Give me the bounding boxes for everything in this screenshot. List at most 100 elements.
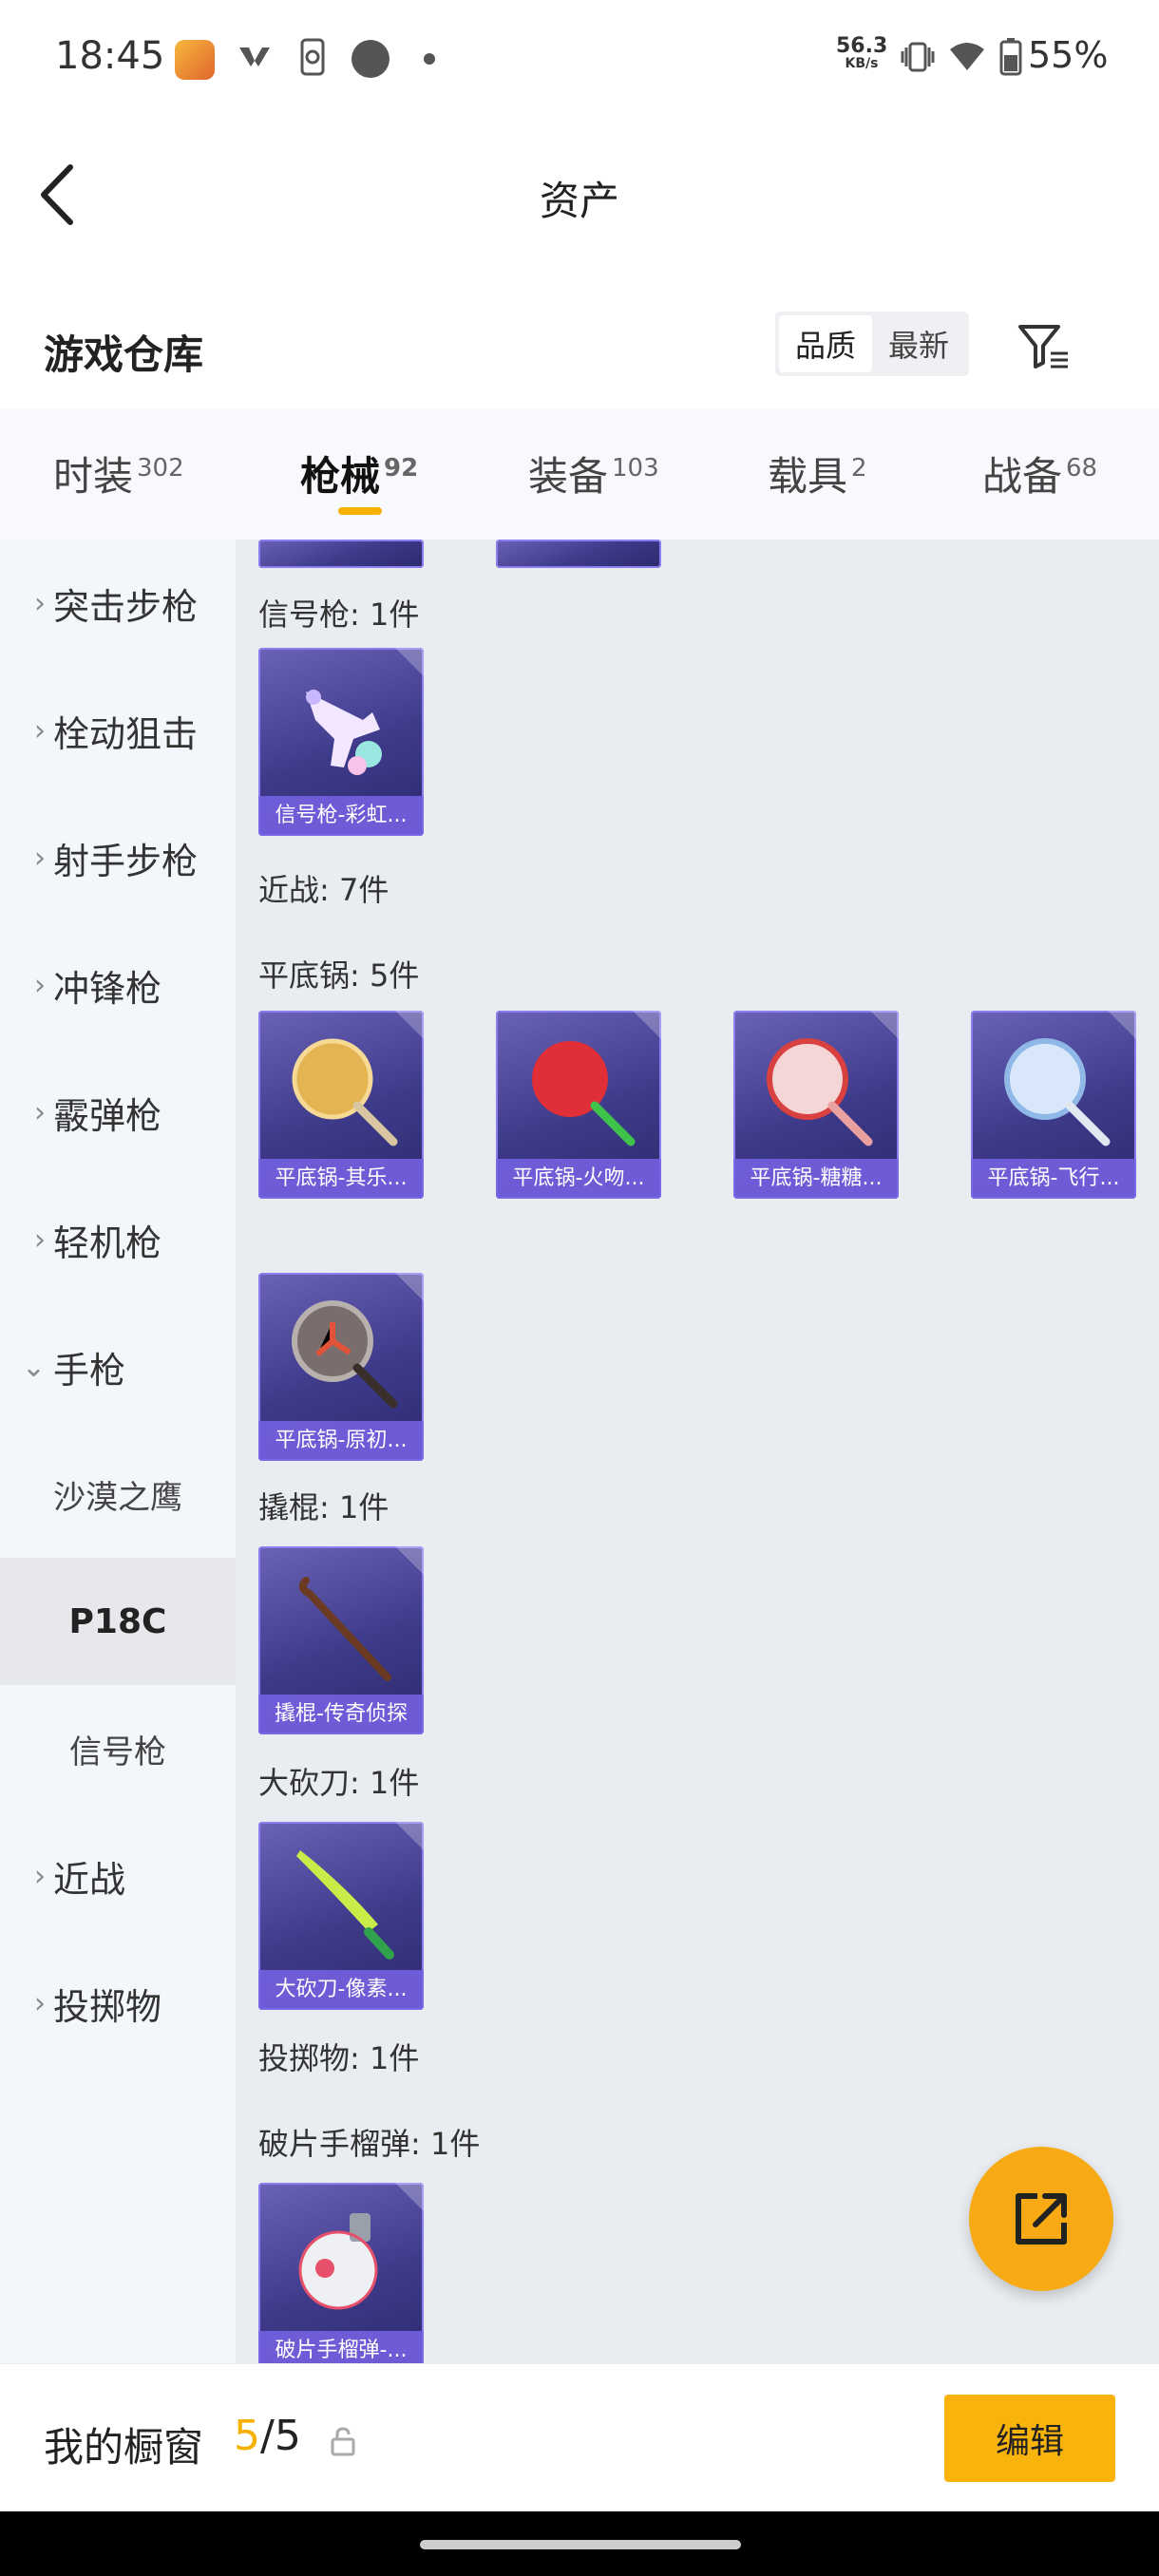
crowbar-icon xyxy=(298,1577,391,1681)
chevron-down-icon: ⌄ xyxy=(21,1350,46,1384)
chevron-right-icon: › xyxy=(34,586,46,620)
sidebar-item-melee[interactable]: › 近战 xyxy=(0,1812,236,1940)
item-card-pan-5[interactable]: 平底锅-原初... xyxy=(258,1273,424,1461)
section-label-throwables: 投掷物: 1件 xyxy=(258,2040,420,2076)
tab-vehicles[interactable]: 载具 2 xyxy=(768,445,867,502)
sidebar-subitem-desert-eagle[interactable]: 沙漠之鹰 xyxy=(0,1430,236,1558)
tab-fashion[interactable]: 时装 302 xyxy=(53,445,184,502)
item-card-crowbar[interactable]: 撬棍-传奇侦探 xyxy=(258,1546,424,1734)
battery-icon xyxy=(999,38,1022,76)
sort-toggle: 品质 最新 xyxy=(775,312,969,376)
sidebar-item-throwables[interactable]: › 投掷物 xyxy=(0,1940,236,2067)
item-name: 大砍刀-像素... xyxy=(258,1970,424,2010)
vibrate-icon xyxy=(901,42,935,72)
flare-gun-icon xyxy=(306,690,382,775)
item-card-machete[interactable]: 大砍刀-像素... xyxy=(258,1822,424,2010)
showcase-count: 5/5 xyxy=(234,2412,301,2460)
tab-battle-gear[interactable]: 战备 68 xyxy=(982,445,1097,502)
section-label-flare-gun: 信号枪: 1件 xyxy=(258,597,420,633)
system-nav-bar xyxy=(0,2511,1159,2576)
chevron-right-icon: › xyxy=(34,1859,46,1893)
chevron-right-icon: › xyxy=(34,1222,46,1257)
sort-latest-button[interactable]: 最新 xyxy=(872,315,965,372)
share-fab-button[interactable] xyxy=(969,2147,1113,2291)
section-label-pan: 平底锅: 5件 xyxy=(258,957,420,994)
status-bar: 18:45 56.3 KB/s 55% xyxy=(0,0,1159,114)
more-notifications-icon xyxy=(424,53,435,65)
record-icon xyxy=(352,40,390,78)
item-name: 破片手榴弹-... xyxy=(258,2331,424,2363)
item-card-frag-grenade[interactable]: 破片手榴弹-... xyxy=(258,2183,424,2363)
tab-count: 103 xyxy=(612,454,659,483)
tab-firearms[interactable]: 枪械 92 xyxy=(300,445,418,502)
edit-button[interactable]: 编辑 xyxy=(944,2395,1115,2482)
chevron-right-icon: › xyxy=(34,713,46,748)
sidebar-item-shotgun[interactable]: › 霰弹枪 xyxy=(0,1049,236,1176)
battery-percent: 55% xyxy=(1028,34,1109,76)
item-card-pan-1[interactable]: 平底锅-其乐... xyxy=(258,1011,424,1199)
pan-icon xyxy=(292,1300,398,1409)
vpn-icon xyxy=(239,47,270,66)
network-speed: 56.3 KB/s xyxy=(836,34,888,71)
section-label-melee: 近战: 7件 xyxy=(258,872,390,908)
item-name: 平底锅-其乐... xyxy=(258,1159,424,1199)
item-card-pan-4[interactable]: 平底锅-飞行... xyxy=(971,1011,1136,1199)
pan-icon xyxy=(292,1038,398,1146)
item-name: 平底锅-原初... xyxy=(258,1421,424,1461)
section-label-frag: 破片手榴弹: 1件 xyxy=(258,2126,481,2162)
chevron-right-icon: › xyxy=(34,968,46,1002)
lock-icon xyxy=(331,2427,355,2456)
app-header: 资产 xyxy=(0,114,1159,275)
sidebar-subitem-flare-gun[interactable]: 信号枪 xyxy=(0,1685,236,1812)
item-name: 平底锅-火吻... xyxy=(496,1159,661,1199)
filter-icon[interactable] xyxy=(1015,317,1072,374)
sidebar-item-assault-rifle[interactable]: › 突击步枪 xyxy=(0,540,236,667)
chevron-right-icon: › xyxy=(34,1095,46,1129)
pan-icon xyxy=(532,1041,636,1146)
item-card-flare-rainbow[interactable]: 信号枪-彩虹... xyxy=(258,648,424,836)
item-name: 信号枪-彩虹... xyxy=(258,796,424,836)
sidebar-item-dmr[interactable]: › 射手步枪 xyxy=(0,794,236,921)
sidebar-item-bolt-sniper[interactable]: › 栓动狙击 xyxy=(0,667,236,794)
tab-equipment[interactable]: 装备 103 xyxy=(528,445,659,502)
warehouse-title: 游戏仓库 xyxy=(44,331,204,378)
sidebar-subitem-p18c[interactable]: P18C xyxy=(0,1558,236,1685)
item-name: 平底锅-糖糖... xyxy=(733,1159,899,1199)
sidebar-item-smg[interactable]: › 冲锋枪 xyxy=(0,921,236,1049)
wifi-icon xyxy=(950,43,984,70)
weapon-category-sidebar: › 突击步枪 › 栓动狙击 › 射手步枪 › 冲锋枪 › 霰弹枪 › 轻机枪 ⌄… xyxy=(0,540,236,2363)
home-gesture-handle[interactable] xyxy=(420,2540,741,2549)
showcase-bar: 我的橱窗 5/5 编辑 xyxy=(0,2363,1159,2511)
item-card-pan-3[interactable]: 平底锅-糖糖... xyxy=(733,1011,899,1199)
pan-icon xyxy=(1004,1038,1111,1146)
section-label-machete: 大砍刀: 1件 xyxy=(258,1765,420,1801)
pan-icon xyxy=(767,1038,873,1146)
item-name: 平底锅-飞行... xyxy=(971,1159,1136,1199)
tab-count: 68 xyxy=(1066,454,1098,483)
item-grid-area: 信号枪: 1件 信号枪-彩虹... 近战: 7件 平底锅: 5件 平底锅-其乐.… xyxy=(236,540,1159,2363)
section-label-crowbar: 撬棍: 1件 xyxy=(258,1489,390,1525)
page-title: 资产 xyxy=(539,178,619,224)
warehouse-bar: 游戏仓库 品质 最新 xyxy=(0,275,1159,408)
tab-count: 302 xyxy=(137,454,184,483)
item-card-partial[interactable] xyxy=(258,540,424,568)
category-tabs: 时装 302 枪械 92 装备 103 载具 2 战备 68 xyxy=(0,408,1159,540)
share-external-icon xyxy=(1016,2193,1067,2245)
chevron-right-icon: › xyxy=(34,841,46,875)
item-card-pan-2[interactable]: 平底锅-火吻... xyxy=(496,1011,661,1199)
machete-icon xyxy=(296,1850,394,1960)
chevron-right-icon: › xyxy=(34,1986,46,2020)
sort-quality-button[interactable]: 品质 xyxy=(779,315,872,372)
phone-sync-icon xyxy=(300,38,325,76)
sidebar-item-pistol[interactable]: ⌄ 手枪 xyxy=(0,1303,236,1430)
showcase-title: 我的橱窗 xyxy=(44,2424,204,2471)
status-time: 18:45 xyxy=(55,34,165,78)
item-name: 撬棍-传奇侦探 xyxy=(258,1695,424,1734)
item-card-partial[interactable] xyxy=(496,540,661,568)
tab-count: 2 xyxy=(851,454,867,483)
active-tab-indicator xyxy=(338,507,382,515)
sidebar-item-lmg[interactable]: › 轻机枪 xyxy=(0,1176,236,1303)
grenade-icon xyxy=(298,2213,378,2310)
tab-count: 92 xyxy=(384,454,419,483)
app-notification-icon xyxy=(175,40,215,80)
